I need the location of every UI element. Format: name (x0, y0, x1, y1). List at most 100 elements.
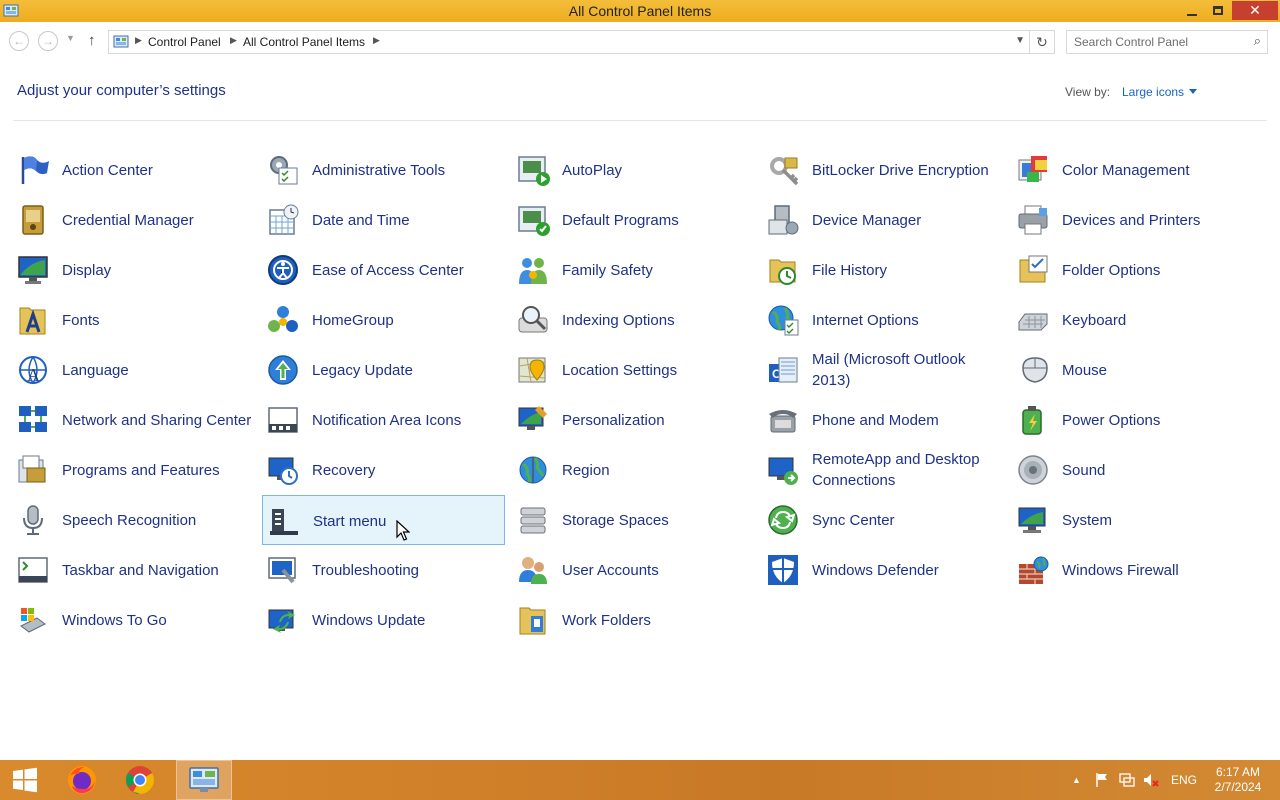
control-panel-item[interactable]: Work Folders (512, 595, 755, 645)
control-panel-item[interactable]: Device Manager (762, 195, 1005, 245)
control-panel-item[interactable]: RemoteApp and Desktop Connections (762, 445, 1005, 495)
volume-muted-icon[interactable] (1142, 760, 1160, 800)
control-panel-item-label: Troubleshooting (312, 561, 420, 579)
breadcrumb-all-items[interactable]: All Control Panel Items (243, 35, 365, 49)
control-panel-item[interactable]: Power Options (1012, 395, 1255, 445)
control-panel-item-label: Credential Manager (62, 211, 194, 229)
address-bar[interactable]: ▶ Control Panel ▶ All Control Panel Item… (108, 30, 1030, 54)
close-button[interactable]: ✕ (1232, 1, 1278, 20)
breadcrumb-separator-icon[interactable]: ▶ (135, 35, 142, 46)
window-title: All Control Panel Items (568, 3, 712, 19)
breadcrumb-control-panel[interactable]: Control Panel (148, 35, 221, 49)
maximize-button[interactable] (1206, 1, 1230, 20)
control-panel-item[interactable]: Region (512, 445, 755, 495)
control-panel-item[interactable]: BitLocker Drive Encryption (762, 145, 1005, 195)
show-hidden-icons-button[interactable]: ▲ (1072, 760, 1081, 800)
control-panel-item[interactable]: Indexing Options (512, 295, 755, 345)
control-panel-item[interactable]: Display (12, 245, 255, 295)
action-center-flag-icon[interactable] (1094, 760, 1110, 800)
control-panel-item[interactable]: Date and Time (262, 195, 505, 245)
speaker-icon (1018, 455, 1048, 485)
control-panel-item-label: Network and Sharing Center (62, 411, 252, 429)
control-panel-item[interactable]: Color Management (1012, 145, 1255, 195)
control-panel-item-label: Windows Defender (812, 561, 939, 579)
breadcrumb-separator-icon[interactable]: ▶ (373, 35, 380, 46)
control-panel-item[interactable]: A Language (12, 345, 255, 395)
control-panel-item[interactable]: Network and Sharing Center (12, 395, 255, 445)
up-button[interactable]: ↑ (88, 32, 96, 49)
control-panel-item[interactable]: User Accounts (512, 545, 755, 595)
input-language-indicator[interactable]: ENG (1171, 760, 1197, 800)
network-icon[interactable] (1118, 760, 1136, 800)
control-panel-item[interactable]: Keyboard (1012, 295, 1255, 345)
back-button[interactable]: ← (9, 31, 29, 51)
control-panel-item[interactable]: Windows Update (262, 595, 505, 645)
search-icon[interactable]: ⌕ (1254, 33, 1261, 49)
control-panel-item[interactable]: O Mail (Microsoft Outlook 2013) (762, 345, 1005, 395)
control-panel-item[interactable]: Sync Center (762, 495, 1005, 545)
breadcrumb-separator-icon[interactable]: ▶ (230, 35, 237, 46)
control-panel-item[interactable]: Credential Manager (12, 195, 255, 245)
storage-spaces-icon (520, 507, 546, 534)
control-panel-item[interactable]: Folder Options (1012, 245, 1255, 295)
forward-button[interactable]: → (38, 31, 58, 51)
control-panel-item-label: AutoPlay (562, 161, 623, 179)
control-panel-icon (189, 767, 219, 792)
control-panel-item[interactable]: AutoPlay (512, 145, 755, 195)
control-panel-item[interactable]: Programs and Features (12, 445, 255, 495)
view-by-dropdown[interactable]: Large icons (1122, 85, 1198, 99)
control-panel-item-label: Personalization (562, 411, 665, 429)
control-panel-item[interactable]: Storage Spaces (512, 495, 755, 545)
search-input[interactable] (1074, 32, 1244, 52)
system-clock[interactable]: 6:17 AM 2/7/2024 (1210, 765, 1266, 795)
minimize-button[interactable] (1180, 1, 1204, 20)
control-panel-item[interactable]: Location Settings (512, 345, 755, 395)
language-icon: A (19, 356, 47, 385)
control-panel-item[interactable]: Sound (1012, 445, 1255, 495)
control-panel-item[interactable]: Phone and Modem (762, 395, 1005, 445)
control-panel-item[interactable]: Speech Recognition (12, 495, 255, 545)
control-panel-item-label: Taskbar and Navigation (62, 561, 219, 579)
color-management-icon (1018, 156, 1047, 182)
refresh-button[interactable]: ↻ (1030, 30, 1055, 54)
control-panel-item[interactable]: Personalization (512, 395, 755, 445)
taskbar-chrome[interactable] (112, 760, 168, 800)
control-panel-item[interactable]: HomeGroup (262, 295, 505, 345)
control-panel-item[interactable]: Mouse (1012, 345, 1255, 395)
control-panel-item[interactable]: Start menu (262, 495, 505, 545)
recent-locations-button[interactable]: ▼ (66, 33, 75, 43)
control-panel-item[interactable]: Administrative Tools (262, 145, 505, 195)
control-panel-item[interactable]: Windows Firewall (1012, 545, 1255, 595)
taskbar-control-panel[interactable] (176, 760, 232, 800)
control-panel-item[interactable]: Family Safety (512, 245, 755, 295)
mail-icon: O (769, 357, 798, 383)
control-panel-item[interactable]: Taskbar and Navigation (12, 545, 255, 595)
control-panel-item[interactable]: Notification Area Icons (262, 395, 505, 445)
windows-update-icon (268, 609, 295, 633)
control-panel-item[interactable]: Devices and Printers (1012, 195, 1255, 245)
control-panel-item[interactable]: Windows To Go (12, 595, 255, 645)
start-button[interactable] (0, 760, 50, 800)
control-panel-item-label: Windows Update (312, 611, 426, 629)
search-box[interactable]: ⌕ (1066, 30, 1268, 54)
control-panel-item-label: Programs and Features (62, 461, 220, 479)
control-panel-item[interactable]: Internet Options (762, 295, 1005, 345)
address-dropdown-icon[interactable]: ▼ (1015, 35, 1025, 46)
control-panel-item[interactable]: Default Programs (512, 195, 755, 245)
control-panel-item[interactable]: Action Center (12, 145, 255, 195)
globe-icon (768, 305, 799, 336)
control-panel-item[interactable]: System (1012, 495, 1255, 545)
control-panel-item[interactable]: Windows Defender (762, 545, 1005, 595)
control-panel-item-label: Family Safety (562, 261, 653, 279)
control-panel-item[interactable]: File History (762, 245, 1005, 295)
taskbar-firefox[interactable] (54, 760, 110, 800)
autoplay-icon (518, 156, 550, 186)
control-panel-item[interactable]: Legacy Update (262, 345, 505, 395)
printer-icon (1018, 205, 1048, 235)
control-panel-item-label: Recovery (312, 461, 376, 479)
control-panel-item[interactable]: Fonts (12, 295, 255, 345)
control-panel-item[interactable]: Ease of Access Center (262, 245, 505, 295)
control-panel-item[interactable]: Troubleshooting (262, 545, 505, 595)
start-menu-icon (270, 509, 298, 535)
control-panel-item[interactable]: Recovery (262, 445, 505, 495)
